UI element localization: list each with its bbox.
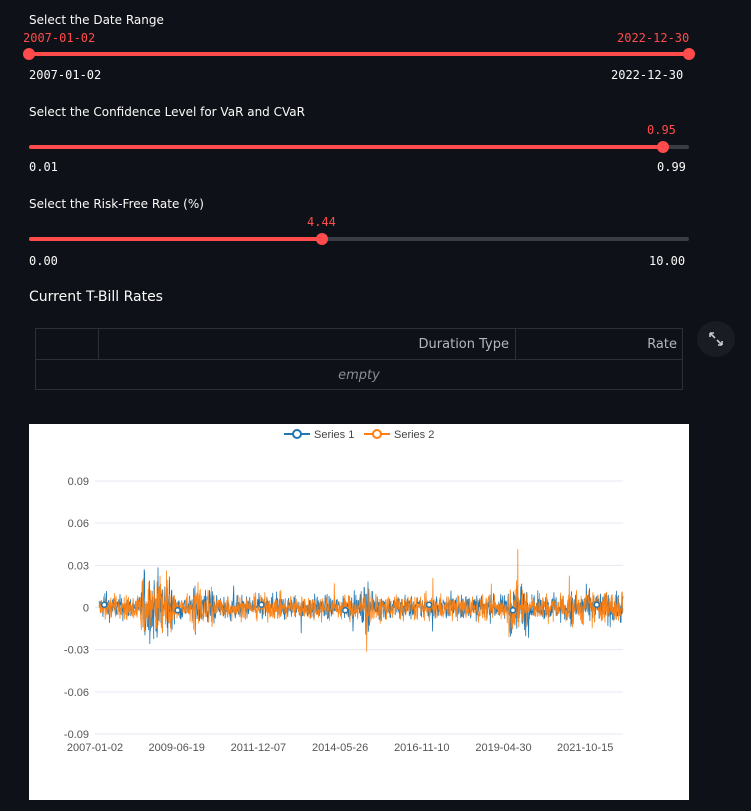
duration-type-header[interactable]: Duration Type <box>99 329 516 360</box>
confidence-label: Select the Confidence Level for VaR and … <box>29 105 305 119</box>
date-range-high-thumb[interactable] <box>683 48 695 60</box>
series-1-marker <box>100 601 108 608</box>
confidence-value: 0.95 <box>647 123 676 137</box>
risk-free-thumb[interactable] <box>316 233 329 245</box>
y-tick-label: 0.06 <box>68 518 89 530</box>
y-tick-label: 0.09 <box>68 476 89 488</box>
series-1-marker <box>509 607 517 614</box>
legend-swatch-marker <box>292 429 302 439</box>
date-range-low-thumb[interactable] <box>23 48 35 60</box>
risk-free-value: 4.44 <box>307 215 336 229</box>
x-tick-label: 2009-06-19 <box>149 742 205 754</box>
rate-header[interactable]: Rate <box>516 329 683 360</box>
risk-free-max: 10.00 <box>649 254 686 268</box>
risk-free-fill <box>29 237 323 241</box>
confidence-fill <box>29 145 663 149</box>
x-tick-label: 2011-12-07 <box>231 742 286 754</box>
date-range-min: 2007-01-02 <box>29 68 102 82</box>
series-1-marker <box>593 601 601 608</box>
legend-label: Series 1 <box>314 429 354 441</box>
table-header: Duration Type Rate <box>36 329 682 360</box>
series-1-marker <box>425 601 433 608</box>
confidence-thumb[interactable] <box>656 141 669 153</box>
table-index-header <box>36 329 99 360</box>
series-1-marker <box>258 601 265 608</box>
tbill-heading: Current T-Bill Rates <box>29 289 163 305</box>
tbill-table[interactable]: Duration Type Rate empty <box>35 328 683 390</box>
date-range-max: 2022-12-30 <box>611 68 684 82</box>
chart-svg: 0.09 0.06 0.03 0 -0.03 -0.06 -0.092007-01-02 20… <box>64 429 624 754</box>
expand-icon[interactable] <box>697 321 735 357</box>
x-tick-label: 2014-05-26 <box>312 742 368 754</box>
series-1-marker <box>174 607 181 614</box>
returns-chart[interactable]: 0.09 0.06 0.03 0 -0.03 -0.06 -0.09 2007-01-02 20… <box>29 424 689 800</box>
y-tick-label: -0.03 <box>64 645 89 657</box>
confidence-min: 0.01 <box>29 160 58 174</box>
date-range-label: Select the Date Range <box>29 13 164 27</box>
x-tick-label: 2016-11-10 <box>394 742 449 754</box>
x-tick-label: 2007-01-02 <box>67 742 123 754</box>
risk-free-min: 0.00 <box>29 254 58 268</box>
y-tick-label: 0 <box>83 603 89 615</box>
legend-label: Series 2 <box>394 429 434 441</box>
series-1-marker <box>342 607 349 614</box>
confidence-max: 0.99 <box>657 160 686 174</box>
risk-free-label: Select the Risk-Free Rate (%) <box>29 197 204 211</box>
x-tick-label: 2021-10-15 <box>557 742 613 754</box>
expand-arrows-icon <box>709 332 723 346</box>
y-tick-label: -0.09 <box>64 729 89 741</box>
x-tick-label: 2019-04-30 <box>475 742 531 754</box>
legend-swatch-marker <box>372 429 382 439</box>
date-range-high-value: 2022-12-30 <box>617 31 690 45</box>
y-tick-label: 0.03 <box>68 560 89 572</box>
series-2-line <box>98 549 624 652</box>
date-range-low-value: 2007-01-02 <box>23 31 96 45</box>
date-range-fill <box>29 52 689 56</box>
table-empty-text: empty <box>338 368 380 383</box>
y-tick-label: -0.06 <box>64 687 89 699</box>
